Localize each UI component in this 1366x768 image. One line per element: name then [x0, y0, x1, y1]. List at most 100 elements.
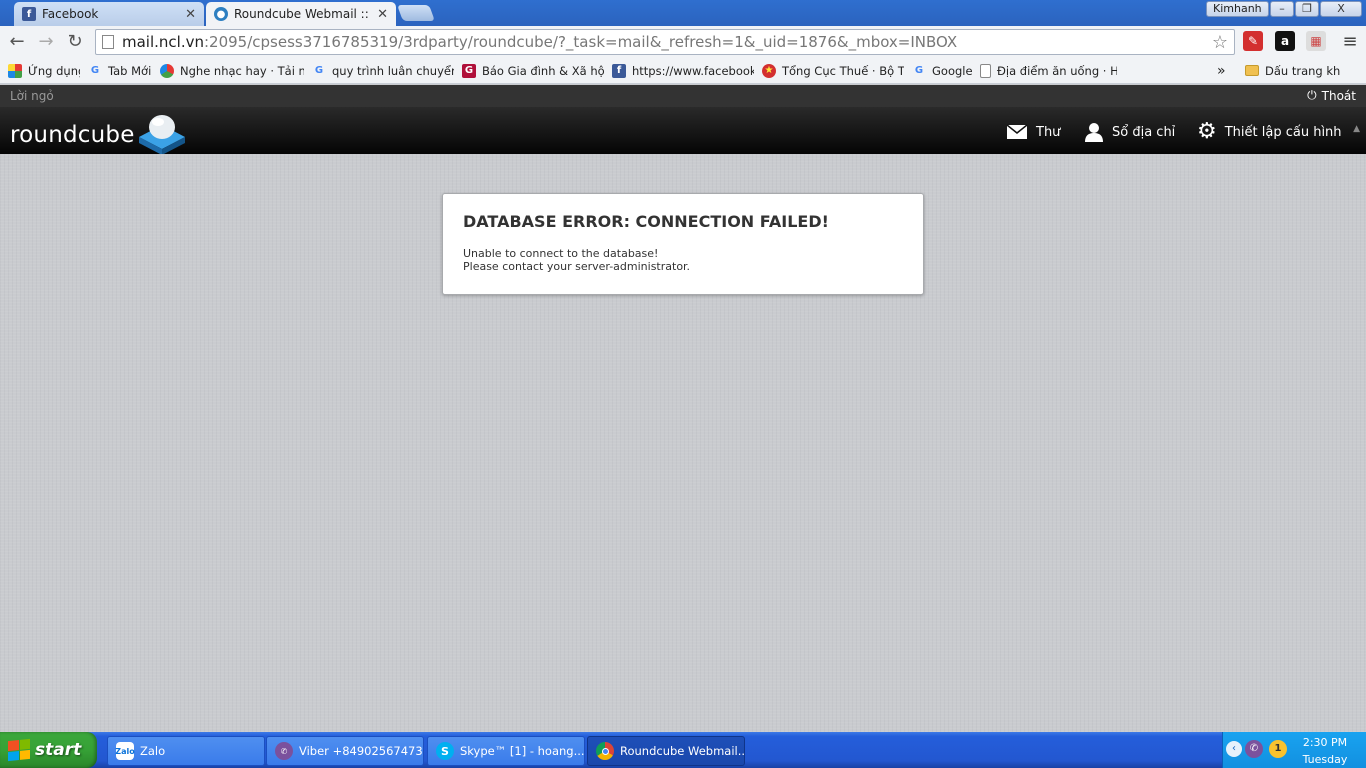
- reload-icon[interactable]: ↻: [63, 30, 87, 54]
- error-dialog: DATABASE ERROR: CONNECTION FAILED! Unabl…: [442, 193, 924, 295]
- tab-roundcube[interactable]: ● Roundcube Webmail :: ✕: [206, 2, 396, 26]
- taskbar-item-label: Skype™ [1] - hoang...: [460, 744, 585, 758]
- bookmark-dia-diem[interactable]: Địa điểm ăn uống · Hom: [972, 61, 1117, 81]
- tab-title: Facebook: [42, 7, 99, 21]
- nav-settings[interactable]: ⚙ Thiết lập cấu hình: [1197, 120, 1342, 144]
- collapse-header-icon[interactable]: ▲: [1353, 124, 1360, 134]
- roundcube-header: roundcube Thư Sổ địa chỉ ⚙ Thiết lập cấu…: [0, 107, 1366, 155]
- new-tab-button[interactable]: [397, 5, 435, 21]
- clock-time: 2:30 PM: [1302, 736, 1348, 749]
- browser-toolbar: ← → ↻ mail.ncl.vn:2095/cpsess3716785319/…: [0, 26, 1366, 58]
- roundcube-logo: roundcube: [10, 122, 135, 148]
- tray-badge-icon[interactable]: 1: [1269, 740, 1287, 758]
- taskbar-item-label: Viber +84902567473: [299, 744, 423, 758]
- google-icon: G: [314, 65, 324, 76]
- music-site-icon: [160, 63, 174, 78]
- tab-title: Roundcube Webmail ::: [234, 7, 369, 21]
- taskbar-item-chrome[interactable]: Roundcube Webmail...: [587, 736, 745, 766]
- logout-button[interactable]: ⏻ Thoát: [1307, 88, 1356, 103]
- error-message-line1: Unable to connect to the database!: [463, 247, 659, 260]
- person-icon: [1084, 122, 1104, 142]
- bookmark-facebook[interactable]: f https://www.facebook.c: [604, 61, 754, 81]
- bookmark-label: https://www.facebook.c: [632, 63, 754, 78]
- bookmark-label: Dấu trang khác: [1265, 63, 1341, 78]
- tax-office-icon: ★: [762, 63, 776, 78]
- bookmark-tong-cuc-thue[interactable]: ★ Tổng Cục Thuế · Bộ Tài: [754, 61, 904, 81]
- bookmark-apps[interactable]: Ứng dụng: [0, 61, 80, 81]
- error-title: DATABASE ERROR: CONNECTION FAILED!: [463, 212, 829, 231]
- viber-icon: ✆: [275, 742, 293, 760]
- roundcube-topline: Lời ngỏ ⏻ Thoát: [0, 85, 1366, 107]
- forward-arrow-icon[interactable]: →: [34, 30, 58, 54]
- bookmark-tab-moi[interactable]: G Tab Mới: [80, 61, 152, 81]
- taskbar-item-viber[interactable]: ✆ Viber +84902567473: [266, 736, 424, 766]
- skype-icon: S: [436, 742, 454, 760]
- minimize-button[interactable]: –: [1270, 1, 1294, 17]
- facebook-icon: f: [612, 63, 626, 78]
- show-hidden-icons-button[interactable]: ‹: [1226, 741, 1242, 757]
- roundcube-logo-icon: [139, 115, 185, 155]
- roundcube-icon: ●: [214, 7, 228, 21]
- restore-button[interactable]: ❐: [1295, 1, 1319, 17]
- amazon-extension-icon[interactable]: a: [1275, 31, 1295, 51]
- nav-contacts-label: Sổ địa chỉ: [1112, 124, 1176, 140]
- close-tab-icon[interactable]: ✕: [185, 7, 196, 22]
- bookmarks-bar: Ứng dụng G Tab Mới Nghe nhạc hay · Tải n…: [0, 58, 1366, 84]
- taskbar-item-label: Zalo: [140, 744, 166, 758]
- calendar-extension-icon[interactable]: ▦: [1306, 31, 1326, 51]
- bookmark-label: Báo Gia đình & Xã hội |: [482, 63, 604, 78]
- bookmark-label: quy trình luân chuyển ch: [332, 63, 454, 78]
- giadinh-icon: G: [462, 63, 476, 78]
- start-label: start: [35, 740, 82, 760]
- close-tab-icon[interactable]: ✕: [377, 7, 388, 22]
- other-bookmarks[interactable]: Dấu trang khác: [1237, 61, 1341, 81]
- back-arrow-icon[interactable]: ←: [5, 30, 29, 54]
- address-bar[interactable]: mail.ncl.vn:2095/cpsess3716785319/3rdpar…: [95, 29, 1235, 55]
- envelope-icon: [1006, 124, 1028, 140]
- browser-tab-strip: f Facebook ✕ ● Roundcube Webmail :: ✕ Ki…: [0, 0, 1366, 26]
- chrome-icon: [596, 742, 614, 760]
- taskbar-item-skype[interactable]: S Skype™ [1] - hoang...: [427, 736, 585, 766]
- windows-logo-icon: [8, 738, 30, 762]
- google-icon: G: [90, 65, 100, 76]
- bookmark-label: Nghe nhạc hay · Tải nhạc: [180, 63, 304, 78]
- nav-mail-label: Thư: [1036, 124, 1061, 140]
- url-text: mail.ncl.vn:2095/cpsess3716785319/3rdpar…: [122, 33, 958, 51]
- taskbar-item-label: Roundcube Webmail...: [620, 744, 745, 758]
- bookmarks-overflow-button[interactable]: »: [1209, 61, 1237, 81]
- nav-contacts[interactable]: Sổ địa chỉ: [1084, 120, 1175, 144]
- zalo-icon: Zalo: [115, 742, 135, 760]
- windows-taskbar: start Zalo Zalo ✆ Viber +84902567473 S S…: [0, 732, 1366, 768]
- main-content: DATABASE ERROR: CONNECTION FAILED! Unabl…: [0, 154, 1366, 732]
- start-button[interactable]: start: [0, 732, 97, 768]
- bookmark-label: Tổng Cục Thuế · Bộ Tài: [782, 63, 904, 78]
- close-window-button[interactable]: X: [1320, 1, 1362, 17]
- pdf-extension-icon[interactable]: ✎: [1243, 31, 1263, 51]
- apps-grid-icon: [8, 63, 22, 78]
- nav-mail[interactable]: Thư: [1006, 120, 1060, 144]
- profile-button[interactable]: Kimhanh: [1206, 1, 1269, 17]
- page-icon: [102, 35, 114, 49]
- bookmark-label: Địa điểm ăn uống · Hom: [997, 63, 1117, 78]
- nav-settings-label: Thiết lập cấu hình: [1224, 124, 1342, 140]
- folder-icon: [1245, 65, 1259, 76]
- gear-icon: ⚙: [1197, 119, 1217, 144]
- bookmark-label: Google: [932, 63, 972, 78]
- page-icon: [980, 63, 991, 78]
- greeting-label: Lời ngỏ: [10, 89, 54, 103]
- tab-facebook[interactable]: f Facebook ✕: [14, 2, 204, 26]
- menu-icon[interactable]: ≡: [1338, 30, 1362, 54]
- logout-label: Thoát: [1321, 88, 1356, 103]
- bookmark-bao-gia-dinh[interactable]: G Báo Gia đình & Xã hội |: [454, 61, 604, 81]
- bookmark-quy-trinh[interactable]: G quy trình luân chuyển ch: [304, 61, 454, 81]
- bookmark-label: Ứng dụng: [28, 63, 80, 78]
- clock[interactable]: 2:30 PM Tuesday: [1290, 734, 1360, 768]
- viber-tray-icon[interactable]: ✆: [1245, 740, 1263, 758]
- facebook-icon: f: [22, 7, 36, 21]
- bookmark-nhac[interactable]: Nghe nhạc hay · Tải nhạc: [152, 61, 304, 81]
- error-message-line2: Please contact your server-administrator…: [463, 260, 691, 273]
- bookmark-star-icon[interactable]: ☆: [1212, 32, 1228, 53]
- bookmark-google[interactable]: G Google: [904, 61, 972, 81]
- taskbar-item-zalo[interactable]: Zalo Zalo: [107, 736, 265, 766]
- power-icon: ⏻: [1307, 88, 1317, 102]
